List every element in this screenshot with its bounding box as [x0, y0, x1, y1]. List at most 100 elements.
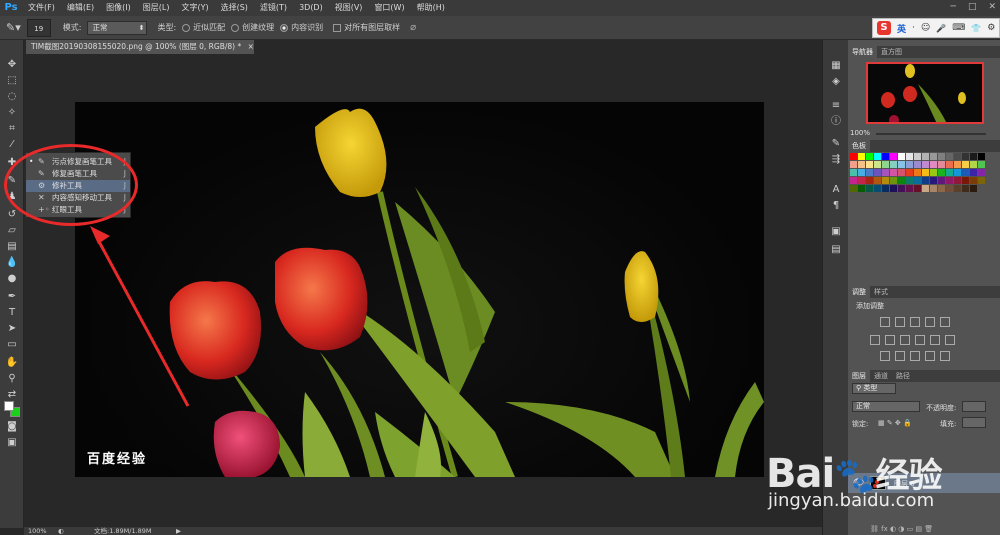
- swatch-grid[interactable]: [850, 153, 986, 192]
- color-swatch[interactable]: [898, 161, 905, 168]
- color-swatch[interactable]: [898, 153, 905, 160]
- color-swatch[interactable]: [914, 161, 921, 168]
- color-swatch[interactable]: [978, 177, 985, 184]
- gradient-tool-icon[interactable]: ▤: [4, 240, 20, 254]
- color-swatch[interactable]: [946, 177, 953, 184]
- ime-settings-icon[interactable]: ⚙: [987, 23, 995, 33]
- menu-item[interactable]: 图层(L): [137, 0, 176, 16]
- ime-lang-toggle[interactable]: 英: [897, 22, 906, 35]
- color-swatch[interactable]: [970, 161, 977, 168]
- color-swatch[interactable]: [946, 161, 953, 168]
- invert-icon[interactable]: [880, 351, 890, 361]
- swatches-icon[interactable]: ▤: [830, 244, 842, 256]
- character-icon[interactable]: A: [830, 184, 842, 196]
- opacity-field[interactable]: [962, 401, 986, 412]
- mode-select[interactable]: 正常: [87, 20, 148, 35]
- selective-color-icon[interactable]: [940, 351, 950, 361]
- color-swatch[interactable]: [970, 177, 977, 184]
- brush-size-picker[interactable]: 19: [26, 18, 51, 37]
- color-swatch[interactable]: [954, 161, 961, 168]
- layer-kind-filter[interactable]: ⚲ 类型: [852, 383, 896, 394]
- eraser-tool-icon[interactable]: ▱: [4, 224, 20, 238]
- menu-item[interactable]: 选择(S): [215, 0, 254, 16]
- type-tool-icon[interactable]: T: [4, 306, 20, 320]
- color-swatch[interactable]: [938, 169, 945, 176]
- tab-layers[interactable]: 图层: [848, 370, 870, 382]
- color-swatch[interactable]: [954, 185, 961, 192]
- color-swatch[interactable]: [930, 169, 937, 176]
- color-swatch[interactable]: [906, 185, 913, 192]
- eyedropper-tool-icon[interactable]: ⁄: [4, 138, 20, 152]
- ime-skin-icon[interactable]: 👕: [971, 24, 981, 33]
- color-swatch[interactable]: [962, 177, 969, 184]
- color-swatch[interactable]: [890, 185, 897, 192]
- color-swatch[interactable]: [914, 185, 921, 192]
- adjustment-icons-row-2[interactable]: [870, 335, 955, 345]
- color-swatch[interactable]: [906, 177, 913, 184]
- tool-preset-icon[interactable]: ✎▾: [6, 21, 21, 34]
- adjustment-icons-row-1[interactable]: [880, 317, 950, 327]
- color-swatch[interactable]: [850, 161, 857, 168]
- color-swatch[interactable]: [922, 153, 929, 160]
- color-swatch[interactable]: [874, 161, 881, 168]
- color-swatch[interactable]: [882, 153, 889, 160]
- tab-navigator[interactable]: 导航器: [848, 46, 877, 58]
- adjustment-icons-row-3[interactable]: [880, 351, 950, 361]
- color-swatch[interactable]: [874, 185, 881, 192]
- crop-tool-icon[interactable]: ⌗: [4, 122, 20, 136]
- brush-icon[interactable]: ✎: [830, 138, 842, 150]
- color-swatch[interactable]: [850, 169, 857, 176]
- menu-item[interactable]: 文字(Y): [175, 0, 214, 16]
- tool-presets-icon[interactable]: ▣: [830, 226, 842, 238]
- bw-icon[interactable]: [900, 335, 910, 345]
- color-swatch[interactable]: [906, 161, 913, 168]
- marquee-tool-icon[interactable]: ⬚: [4, 74, 20, 88]
- menu-item[interactable]: 帮助(H): [411, 0, 451, 16]
- color-swatch[interactable]: [874, 153, 881, 160]
- color-swatch[interactable]: [890, 177, 897, 184]
- type-radio-texture[interactable]: 创建纹理: [231, 22, 274, 33]
- lock-icons[interactable]: ▦ ✎ ✥ 🔒: [878, 419, 912, 427]
- color-swatch[interactable]: [850, 177, 857, 184]
- exposure-icon[interactable]: [925, 317, 935, 327]
- color-swatch[interactable]: [858, 169, 865, 176]
- channel-mixer-icon[interactable]: [930, 335, 940, 345]
- ime-emoji-icon[interactable]: ☺: [921, 23, 930, 33]
- brightness-icon[interactable]: [880, 317, 890, 327]
- tab-paths[interactable]: 路径: [892, 370, 914, 382]
- sample-all-layers-checkbox[interactable]: 对所有图层取样: [333, 22, 400, 33]
- menu-item[interactable]: 窗口(W): [368, 0, 410, 16]
- status-info-icon[interactable]: ◐: [58, 527, 64, 535]
- color-swatch[interactable]: [938, 177, 945, 184]
- curves-icon[interactable]: [910, 317, 920, 327]
- color-swatch[interactable]: [850, 153, 857, 160]
- move-tool-icon[interactable]: ✥: [4, 58, 20, 72]
- color-swatch[interactable]: [930, 185, 937, 192]
- menu-item[interactable]: 3D(D): [293, 0, 329, 16]
- color-swatch[interactable]: [978, 161, 985, 168]
- color-swatch[interactable]: [962, 185, 969, 192]
- document-close-icon[interactable]: ×: [248, 42, 254, 51]
- color-swatch[interactable]: [866, 169, 873, 176]
- tab-styles[interactable]: 样式: [870, 286, 892, 298]
- color-swatch[interactable]: [954, 153, 961, 160]
- color-swatch[interactable]: [970, 185, 977, 192]
- color-swatch[interactable]: [922, 177, 929, 184]
- status-zoom[interactable]: 100%: [28, 527, 47, 535]
- levels-icon[interactable]: [895, 317, 905, 327]
- color-swatch[interactable]: [866, 161, 873, 168]
- magic-wand-tool-icon[interactable]: ✧: [4, 106, 20, 120]
- color-swatch[interactable]: [874, 177, 881, 184]
- color-swatch[interactable]: [930, 177, 937, 184]
- color-swatch[interactable]: [890, 169, 897, 176]
- gradient-map-icon[interactable]: [925, 351, 935, 361]
- color-swatch[interactable]: [954, 177, 961, 184]
- color-swatch[interactable]: [946, 185, 953, 192]
- lasso-tool-icon[interactable]: ◌: [4, 90, 20, 104]
- posterize-icon[interactable]: [895, 351, 905, 361]
- properties-icon[interactable]: ⓘ: [830, 116, 842, 128]
- photo-filter-icon[interactable]: [915, 335, 925, 345]
- actions-icon[interactable]: ◈: [830, 76, 842, 88]
- type-radio-content-aware[interactable]: 内容识别: [280, 22, 323, 33]
- swap-colors-icon[interactable]: ⇄: [4, 388, 20, 402]
